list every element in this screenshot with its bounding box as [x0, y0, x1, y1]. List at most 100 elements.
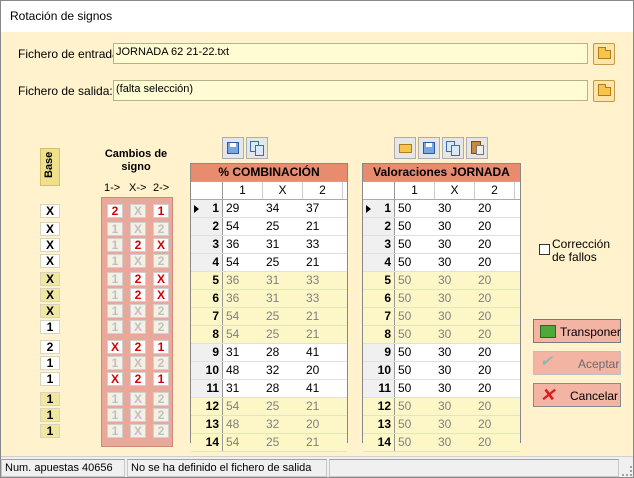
aceptar-button[interactable]: ✔ Aceptar	[533, 351, 621, 375]
valor-row[interactable]: 2 50 30 20	[363, 218, 520, 236]
change-cell[interactable]: 1	[107, 408, 123, 422]
combo-row[interactable]: 6 36 31 33	[191, 290, 347, 308]
grid-cell[interactable]: 30	[435, 434, 451, 451]
base-cell[interactable]: 2	[40, 340, 60, 354]
change-cell[interactable]: 1	[107, 272, 123, 286]
valor-row[interactable]: 8 50 30 20	[363, 326, 520, 344]
grid-cell[interactable]: 21	[303, 308, 319, 325]
grid-cell[interactable]: 50	[395, 398, 411, 415]
change-cell[interactable]: 2	[153, 356, 169, 370]
base-cell[interactable]: 1	[40, 424, 60, 438]
grid-cell[interactable]: 50	[395, 272, 411, 289]
change-cell[interactable]: 1	[153, 340, 169, 354]
grid-cell[interactable]: 32	[263, 416, 279, 433]
change-cell[interactable]: 1	[107, 356, 123, 370]
grid-cell[interactable]: 48	[223, 416, 239, 433]
valor-paste-button[interactable]	[466, 137, 488, 159]
combo-row[interactable]: 2 54 25 21	[191, 218, 347, 236]
grid-cell[interactable]: 20	[475, 344, 491, 361]
base-cell[interactable]: 1	[40, 356, 60, 370]
grid-cell[interactable]: 34	[263, 200, 279, 217]
valor-open-button[interactable]	[394, 137, 416, 159]
grid-cell[interactable]: 20	[475, 272, 491, 289]
output-file-browse-button[interactable]	[593, 80, 615, 102]
valor-row[interactable]: 14 50 30 20	[363, 434, 520, 452]
base-cell[interactable]: X	[40, 222, 60, 236]
combo-row[interactable]: 14 54 25 21	[191, 434, 347, 452]
grid-cell[interactable]: 30	[435, 344, 451, 361]
change-cell[interactable]: X	[130, 408, 146, 422]
grid-cell[interactable]: 50	[395, 326, 411, 343]
change-cell[interactable]: 2	[130, 272, 146, 286]
grid-cell[interactable]: 30	[435, 290, 451, 307]
grid-cell[interactable]: 25	[263, 398, 279, 415]
grid-cell[interactable]: 50	[395, 308, 411, 325]
change-cell[interactable]: 2	[153, 408, 169, 422]
change-cell[interactable]: 1	[107, 254, 123, 268]
change-cell[interactable]: X	[130, 424, 146, 438]
input-file-field[interactable]: JORNADA 62 21-22.txt	[113, 43, 588, 64]
grid-cell[interactable]: 21	[303, 398, 319, 415]
change-cell[interactable]: 1	[107, 304, 123, 318]
grid-cell[interactable]: 20	[475, 254, 491, 271]
grid-cell[interactable]: 37	[303, 200, 319, 217]
grid-cell[interactable]: 33	[303, 236, 319, 253]
combo-row[interactable]: 4 54 25 21	[191, 254, 347, 272]
combo-row[interactable]: 12 54 25 21	[191, 398, 347, 416]
grid-cell[interactable]: 20	[475, 398, 491, 415]
grid-cell[interactable]: 36	[223, 290, 239, 307]
grid-cell[interactable]: 25	[263, 434, 279, 451]
grid-cell[interactable]: 50	[395, 380, 411, 397]
grid-cell[interactable]: 30	[435, 218, 451, 235]
grid-cell[interactable]: 41	[303, 380, 319, 397]
base-cell[interactable]: X	[40, 254, 60, 268]
grid-cell[interactable]: 31	[263, 272, 279, 289]
change-cell[interactable]: X	[130, 392, 146, 406]
grid-cell[interactable]: 21	[303, 254, 319, 271]
grid-cell[interactable]: 30	[435, 416, 451, 433]
change-cell[interactable]: X	[130, 356, 146, 370]
valor-row[interactable]: 7 50 30 20	[363, 308, 520, 326]
grid-cell[interactable]: 54	[223, 254, 239, 271]
base-cell[interactable]: X	[40, 272, 60, 286]
grid-cell[interactable]: 21	[303, 218, 319, 235]
change-cell[interactable]: X	[107, 340, 123, 354]
grid-cell[interactable]: 20	[303, 416, 319, 433]
change-cell[interactable]: 2	[153, 424, 169, 438]
base-cell[interactable]: 1	[40, 320, 60, 334]
base-cell[interactable]: 1	[40, 372, 60, 386]
change-cell[interactable]: 1	[107, 288, 123, 302]
change-cell[interactable]: 1	[107, 320, 123, 334]
grid-cell[interactable]: 50	[395, 254, 411, 271]
grid-cell[interactable]: 41	[303, 344, 319, 361]
change-cell[interactable]: 1	[107, 222, 123, 236]
combo-save-button[interactable]	[222, 137, 244, 159]
change-cell[interactable]: 2	[153, 320, 169, 334]
transponer-button[interactable]: Transponer	[533, 319, 621, 343]
grid-cell[interactable]: 20	[475, 362, 491, 379]
combo-row[interactable]: 8 54 25 21	[191, 326, 347, 344]
change-cell[interactable]: 1	[107, 424, 123, 438]
grid-cell[interactable]: 21	[303, 434, 319, 451]
grid-cell[interactable]: 30	[435, 326, 451, 343]
resize-grip[interactable]	[622, 466, 632, 476]
valor-grid[interactable]: Valoraciones JORNADA 1 X 2 1 50 30 20 2 50 30 20 3 5…	[362, 163, 521, 452]
grid-cell[interactable]: 50	[395, 362, 411, 379]
grid-cell[interactable]: 36	[223, 236, 239, 253]
grid-cell[interactable]: 33	[303, 290, 319, 307]
change-cell[interactable]: 2	[130, 288, 146, 302]
change-cell[interactable]: X	[107, 372, 123, 386]
valor-copy-button[interactable]	[442, 137, 464, 159]
grid-cell[interactable]: 30	[435, 398, 451, 415]
valor-row[interactable]: 10 50 30 20	[363, 362, 520, 380]
base-cell[interactable]: X	[40, 288, 60, 302]
change-cell[interactable]: 2	[130, 340, 146, 354]
combo-row[interactable]: 13 48 32 20	[191, 416, 347, 434]
grid-cell[interactable]: 50	[395, 344, 411, 361]
base-cell[interactable]: 1	[40, 392, 60, 406]
change-cell[interactable]: 2	[153, 222, 169, 236]
grid-cell[interactable]: 25	[263, 218, 279, 235]
grid-cell[interactable]: 54	[223, 326, 239, 343]
change-cell[interactable]: X	[130, 204, 146, 218]
valor-row[interactable]: 9 50 30 20	[363, 344, 520, 362]
